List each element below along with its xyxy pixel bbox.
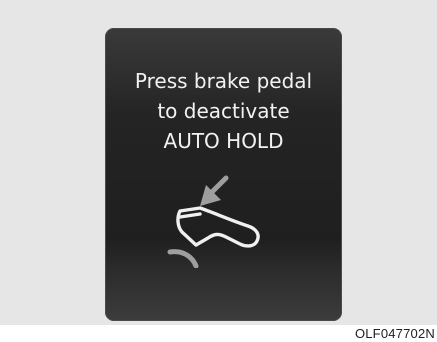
pedal-icon — [167, 249, 199, 268]
press-arrow-icon — [200, 175, 229, 206]
message-line-2: to deactivate — [157, 99, 290, 123]
cluster-display: Press brake pedal to deactivate AUTO HOL… — [105, 28, 342, 321]
warning-message: Press brake pedal to deactivate AUTO HOL… — [105, 66, 342, 156]
figure-code: OLF047702N — [354, 326, 435, 341]
message-line-1: Press brake pedal — [134, 69, 313, 93]
shoe-icon — [176, 206, 260, 248]
brake-pedal-press-icon — [167, 175, 260, 268]
message-line-3: AUTO HOLD — [163, 129, 284, 153]
